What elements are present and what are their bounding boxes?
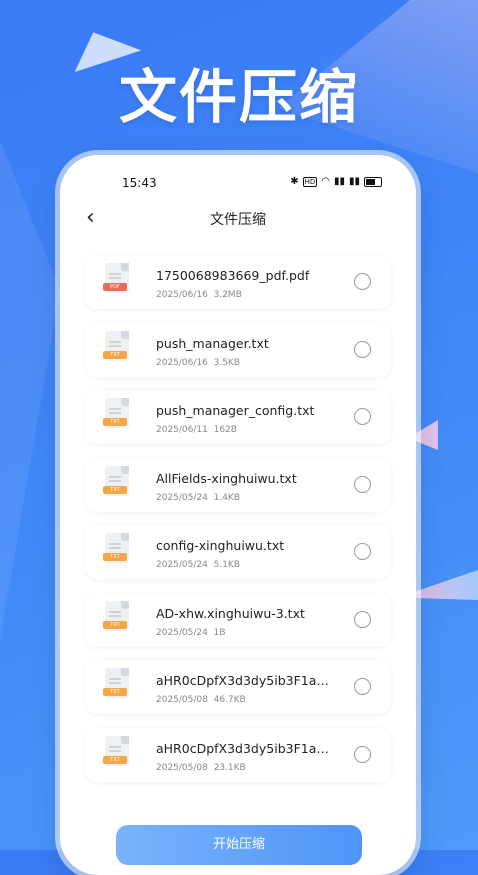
select-radio[interactable]	[354, 678, 371, 695]
file-meta: 2025/06/16 3.5KB	[156, 357, 240, 368]
list-item[interactable]: TXT push_manager.txt 2025/06/16 3.5KB	[85, 322, 391, 377]
file-meta: 2025/05/08 23.1KB	[156, 762, 246, 773]
phone-frame: 15:43 ✱ HD ◠ ▮▮ ▮▮ ‹ 文件压缩 PDF 1750068983…	[60, 155, 416, 875]
file-meta: 2025/05/08 46.7KB	[156, 695, 246, 705]
list-item[interactable]: TXT AllFields-xinghuiwu.txt 2025/05/24 1…	[85, 457, 391, 512]
nav-bar: ‹ 文件压缩	[60, 197, 416, 237]
txt-file-icon: TXT	[103, 533, 129, 563]
select-radio[interactable]	[354, 475, 371, 493]
txt-file-icon: TXT	[103, 465, 129, 496]
list-item[interactable]: TXT config-xinghuiwu.txt 2025/05/24 5.1K…	[85, 525, 391, 579]
list-item[interactable]: PDF 1750068983669_pdf.pdf 2025/06/16 3.2…	[85, 255, 391, 309]
signal-icon: ▮▮	[348, 176, 360, 187]
select-radio[interactable]	[354, 273, 371, 290]
list-item[interactable]: TXT aHR0cDpfX3d3dy5ib3F1a3U... 2025/05/0…	[85, 727, 391, 782]
signal-icon: ▮▮	[333, 176, 345, 187]
select-radio[interactable]	[354, 408, 371, 425]
hero-title: 文件压缩	[118, 63, 359, 131]
file-name: aHR0cDpfX3d3dy5ib3F1a3U...	[156, 673, 336, 688]
status-icons: ✱ HD ◠ ▮▮ ▮▮	[290, 176, 382, 187]
pdf-file-icon: PDF	[103, 263, 129, 293]
file-meta: 2025/05/24 1.4KB	[156, 492, 240, 503]
txt-file-icon: TXT	[103, 600, 129, 631]
file-name: 1750068983669_pdf.pdf	[156, 268, 310, 283]
select-radio[interactable]	[354, 610, 371, 628]
status-bar: 15:43 ✱ HD ◠ ▮▮ ▮▮	[60, 155, 416, 197]
txt-file-icon: TXT	[103, 735, 129, 766]
txt-file-icon: TXT	[103, 668, 129, 698]
status-time: 15:43	[122, 176, 157, 190]
file-meta: 2025/05/24 1B	[156, 627, 226, 638]
file-meta: 2025/06/16 3.2MB	[156, 290, 242, 300]
txt-file-icon: TXT	[103, 398, 129, 428]
txt-file-icon: TXT	[103, 330, 129, 361]
file-name: AD-xhw.xinghuiwu-3.txt	[156, 605, 305, 621]
file-meta: 2025/06/11 162B	[156, 425, 237, 435]
file-name: push_manager_config.txt	[156, 403, 315, 418]
select-radio[interactable]	[354, 745, 371, 763]
select-radio[interactable]	[354, 340, 371, 358]
page-title: 文件压缩	[210, 212, 266, 228]
list-item[interactable]: TXT AD-xhw.xinghuiwu-3.txt 2025/05/24 1B	[85, 592, 391, 647]
bluetooth-icon: ✱	[290, 176, 299, 187]
start-compress-button[interactable]: 开始压缩	[116, 825, 362, 865]
file-name: push_manager.txt	[156, 335, 269, 351]
file-name: aHR0cDpfX3d3dy5ib3F1a3U...	[156, 740, 336, 756]
background-decoration	[0, 140, 60, 640]
wifi-icon: ◠	[321, 176, 330, 187]
file-list: PDF 1750068983669_pdf.pdf 2025/06/16 3.2…	[85, 255, 391, 795]
file-name: config-xinghuiwu.txt	[156, 538, 285, 553]
hd-icon: HD	[302, 176, 318, 187]
select-radio[interactable]	[354, 543, 371, 560]
list-item[interactable]: TXT push_manager_config.txt 2025/06/11 1…	[85, 390, 391, 444]
file-meta: 2025/05/24 5.1KB	[156, 560, 240, 570]
list-item[interactable]: TXT aHR0cDpfX3d3dy5ib3F1a3U... 2025/05/0…	[85, 660, 391, 714]
file-name: AllFields-xinghuiwu.txt	[156, 470, 297, 486]
battery-icon	[364, 176, 382, 187]
